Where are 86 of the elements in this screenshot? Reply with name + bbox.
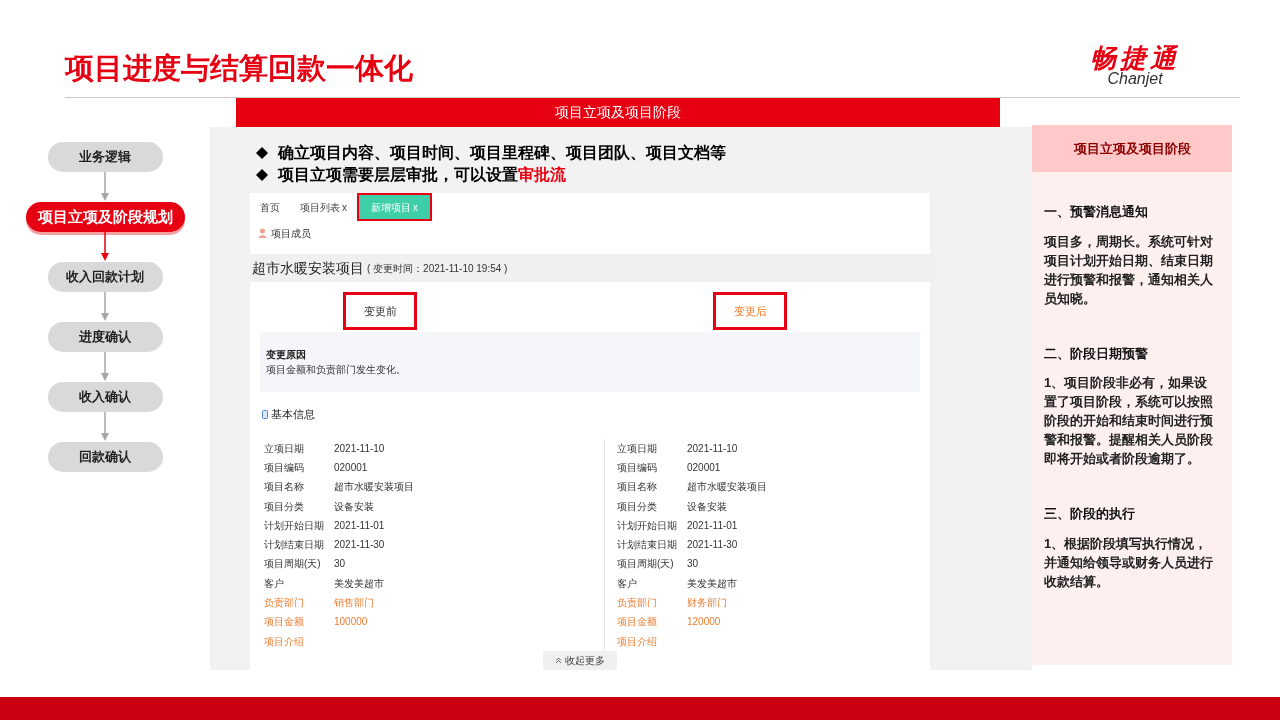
field-label: 立项日期 (617, 441, 658, 456)
after-label: 变更后 (713, 292, 787, 330)
field-label: 负责部门 (617, 596, 658, 610)
document-icon (262, 409, 268, 419)
arrow-icon (100, 292, 110, 322)
side-heading: 二、阶段日期预警 (1044, 344, 1149, 363)
flow-step: 收入回款计划 (47, 262, 163, 292)
flow-step: 业务逻辑 (47, 142, 163, 172)
section-title: 基本信息 (271, 407, 315, 422)
reason-text: 项目金额和负责部门发生变化。 (266, 363, 407, 377)
tab[interactable]: 首页 (250, 193, 290, 221)
field-label: 计划结束日期 (617, 538, 678, 553)
field-label: 项目分类 (264, 499, 305, 514)
side-text: 项目多，周期长。系统可针对项目计划开始日期、结束日期进行预警和报警，通知相关人员知晓。 (1044, 232, 1214, 308)
close-icon[interactable]: x (342, 199, 347, 215)
before-label: 变更前 (343, 292, 417, 330)
field-label: 项目周期(天) (617, 557, 675, 572)
field-label: 项目介绍 (264, 634, 305, 649)
field-label: 项目金额 (264, 615, 305, 630)
side-heading: 三、阶段的执行 (1044, 505, 1136, 523)
field-label: 计划结束日期 (264, 538, 325, 553)
diamond-icon (256, 169, 268, 181)
bullet-text: 确立项目内容、项目时间、项目里程碑、项目团队、项目文档等 (278, 143, 726, 163)
field-value: 100000 (334, 615, 368, 630)
flow-step: 收入确认 (47, 382, 163, 412)
tab[interactable]: 项目列表 x (290, 193, 357, 221)
field-label: 负责部门 (264, 596, 305, 610)
arrow-icon (100, 232, 110, 262)
field-value: 2021-11-30 (687, 538, 738, 553)
field-value: 2021-11-01 (687, 518, 738, 533)
record-title: 超市水暖安装项目 (252, 258, 364, 278)
flow-step: 项目立项及阶段规划 (25, 202, 185, 232)
field-label: 客户 (617, 576, 638, 591)
field-value: 美发美超市 (334, 576, 384, 591)
person-icon (258, 228, 267, 238)
field-value: 2021-11-30 (334, 538, 385, 553)
side-panel-title: 项目立项及项目阶段 (1073, 139, 1191, 158)
collapse-button[interactable]: 收起更多 (543, 650, 617, 670)
diamond-icon (256, 147, 268, 159)
side-text: 1、项目阶段非必有，如果设置了项目阶段，系统可以按照阶段的开始和结束时间进行预警和报警。提醒相关人员阶段即将开始或者阶段逾期了。 (1044, 374, 1214, 468)
field-label: 项目分类 (617, 499, 658, 514)
tab-label: 新增项目 (371, 200, 411, 215)
field-value: 销售部门 (334, 596, 374, 610)
field-value: 财务部门 (687, 596, 727, 610)
field-label: 项目编码 (264, 460, 305, 475)
field-label: 项目编码 (617, 460, 658, 475)
chevron-up-icon (555, 656, 562, 664)
members-label: 项目成员 (271, 226, 311, 241)
field-label: 客户 (264, 576, 285, 591)
tab-label: 项目列表 (300, 200, 340, 215)
logo-latin: Chanjet (1107, 71, 1163, 87)
field-label: 项目周期(天) (264, 557, 322, 572)
reason-title: 变更原因 (266, 348, 307, 362)
field-value: 120000 (687, 615, 721, 630)
flow-step: 进度确认 (47, 322, 163, 352)
field-value: 超市水暖安装项目 (687, 480, 767, 495)
side-text: 1、根据阶段填写执行情况，并通知给领导或财务人员进行收款结算。 (1044, 534, 1214, 591)
record-time: ( 变更时间：2021-11-10 19:54 ) (367, 261, 508, 276)
field-value: 2021-11-10 (687, 441, 738, 456)
arrow-icon (100, 172, 110, 202)
field-value: 美发美超市 (687, 576, 737, 591)
flow-step: 回款确认 (47, 442, 163, 472)
bullet-text: 项目立项需要层层审批，可以设置审批流 (278, 165, 566, 185)
field-label: 项目名称 (617, 480, 658, 495)
field-value: 020001 (687, 460, 721, 475)
field-value: 30 (334, 557, 346, 572)
field-value: 2021-11-01 (334, 518, 385, 533)
arrow-icon (100, 352, 110, 382)
side-heading: 一、预警消息通知 (1044, 203, 1149, 221)
arrow-icon (100, 412, 110, 442)
field-label: 项目金额 (617, 615, 658, 630)
field-label: 项目名称 (264, 480, 305, 495)
field-label: 立项日期 (264, 441, 305, 456)
field-label: 计划开始日期 (617, 518, 678, 533)
logo-name: 畅捷通 (1090, 45, 1180, 71)
field-label: 计划开始日期 (264, 518, 325, 533)
field-value: 超市水暖安装项目 (334, 480, 414, 495)
field-value: 设备安装 (334, 499, 374, 514)
field-value: 2021-11-10 (334, 441, 385, 456)
field-value: 30 (687, 557, 699, 572)
field-label: 项目介绍 (617, 634, 658, 649)
section-banner: 项目立项及项目阶段 (236, 98, 1000, 127)
field-value: 020001 (334, 460, 368, 475)
field-value: 设备安装 (687, 499, 727, 514)
tab-label: 首页 (260, 200, 280, 215)
slide-title: 项目进度与结算回款一体化 (65, 54, 413, 83)
